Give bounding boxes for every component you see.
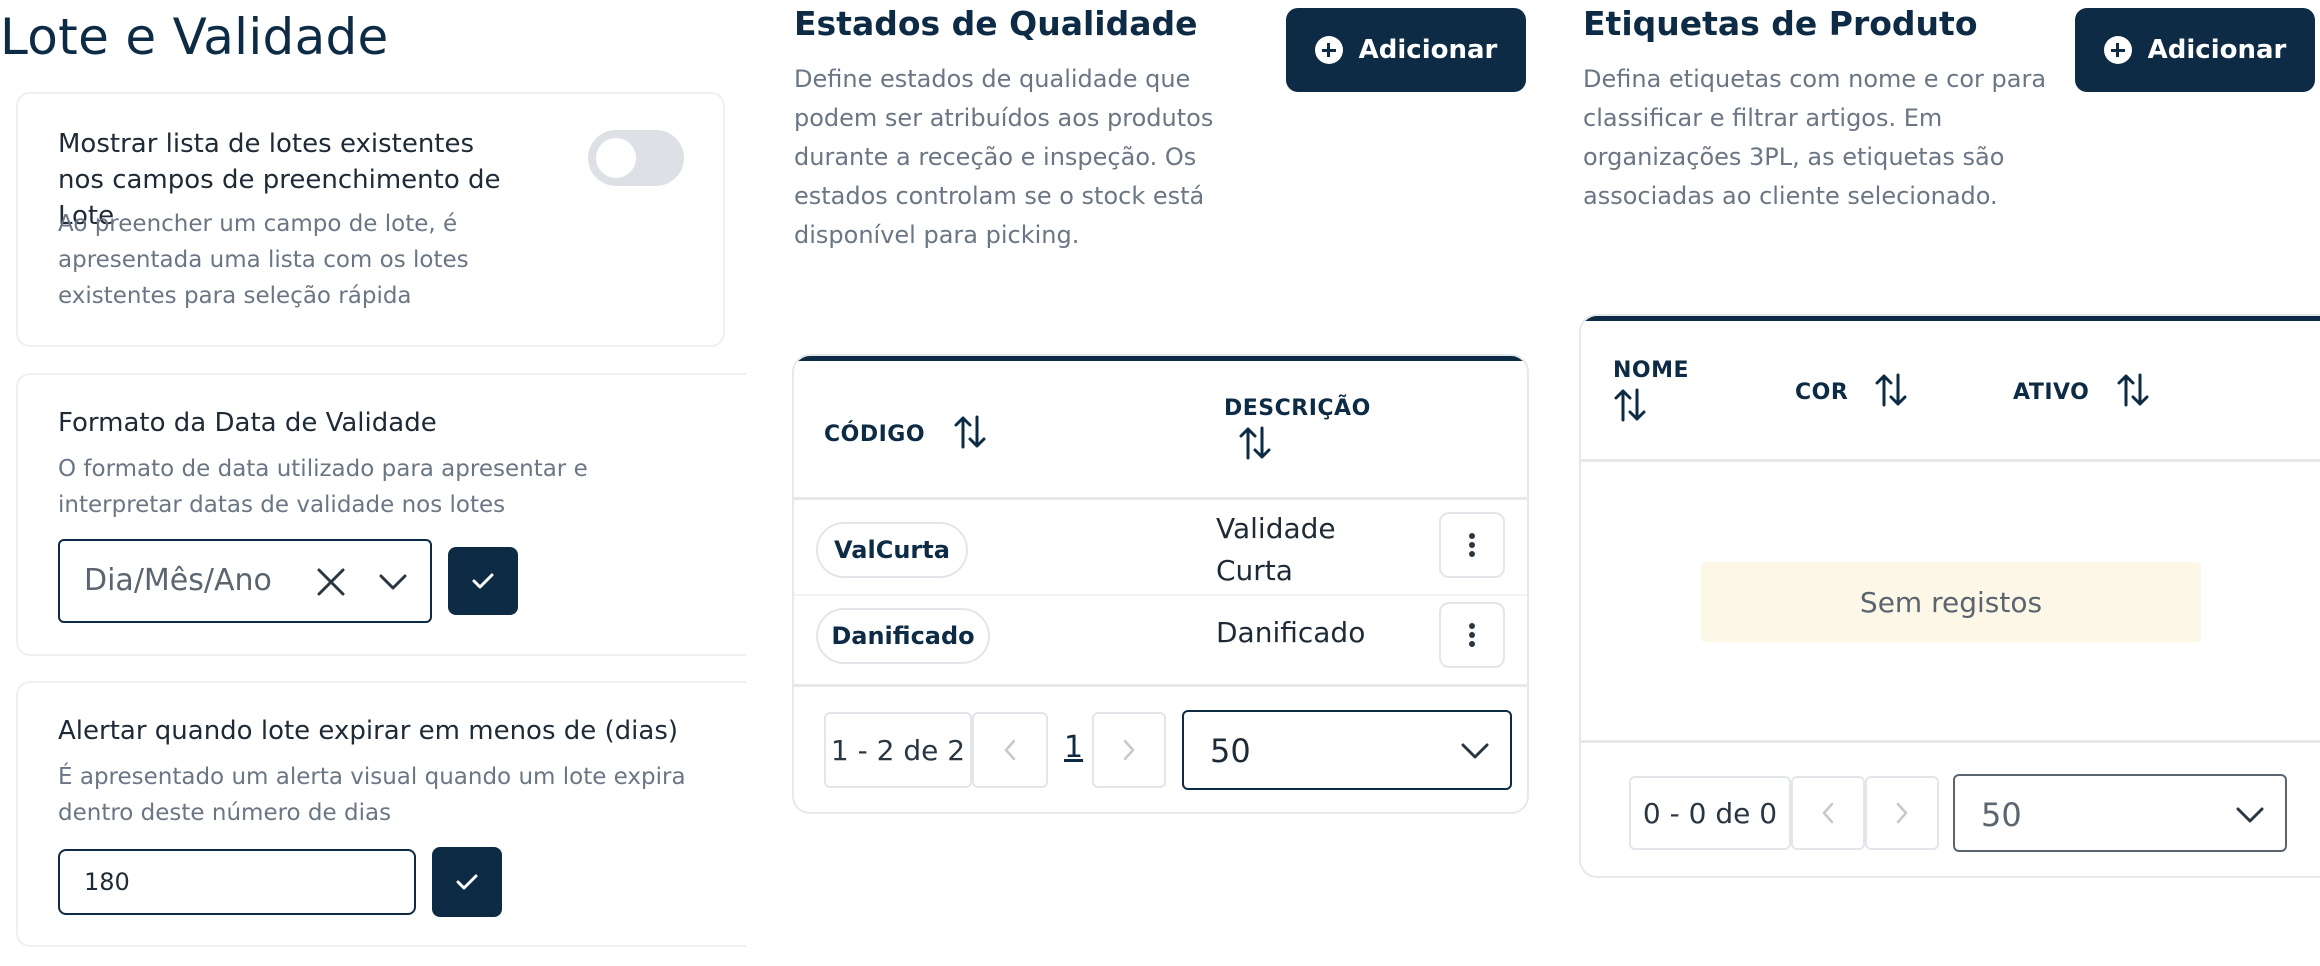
header-divider: [1581, 459, 2320, 462]
chevron-down-icon: [1460, 742, 1490, 764]
column-header-description[interactable]: DESCRIÇÃO: [1224, 396, 1374, 467]
quality-code-chip: Danificado: [816, 608, 990, 664]
column-header-active[interactable]: ATIVO: [2013, 372, 2150, 414]
chevron-down-icon[interactable]: [378, 573, 408, 595]
column-header-color[interactable]: COR: [1795, 372, 1908, 414]
pager-range: 0 - 0 de 0: [1629, 776, 1791, 850]
date-format-card: Formato da Data de Validade O formato de…: [16, 373, 746, 656]
more-vertical-icon: [1469, 623, 1475, 647]
row-actions-button[interactable]: [1439, 512, 1505, 578]
chevron-left-icon: [1822, 802, 1834, 824]
pager-page-number[interactable]: 1: [1064, 730, 1083, 765]
check-icon: [456, 874, 478, 890]
pager-range: 1 - 2 de 2: [824, 712, 972, 788]
toggle-knob: [596, 138, 636, 178]
empty-state-message: Sem registos: [1701, 562, 2201, 642]
sort-icon[interactable]: [1238, 425, 1272, 467]
row-actions-button[interactable]: [1439, 602, 1505, 668]
date-format-select[interactable]: Dia/Mês/Ano: [58, 539, 432, 623]
expiry-days-confirm-button[interactable]: [432, 847, 502, 917]
clear-icon[interactable]: [316, 567, 346, 601]
rows-per-page-select[interactable]: 50: [1182, 710, 1512, 790]
quality-section-title: Estados de Qualidade: [794, 4, 1198, 43]
pager-next-button[interactable]: [1865, 776, 1939, 850]
rows-per-page-value: 50: [1210, 732, 1251, 770]
expiry-alert-title: Alertar quando lote expirar em menos de …: [58, 716, 679, 746]
pager-prev-button[interactable]: [1791, 776, 1865, 850]
column-header-code-label: CÓDIGO: [824, 422, 926, 447]
tags-table: NOME COR ATIVO Sem registos 0 - 0 de 0 5…: [1579, 314, 2320, 878]
pager-next-button[interactable]: [1092, 712, 1166, 788]
show-lot-list-description: Ao preencher um campo de lote, é apresen…: [58, 211, 469, 309]
table-top-accent: [1581, 316, 2320, 321]
quality-section-description: Define estados de qualidade que podem se…: [794, 65, 1214, 249]
quality-add-label: Adicionar: [1358, 35, 1498, 65]
sort-icon[interactable]: [1613, 387, 1647, 429]
quality-table: CÓDIGO DESCRIÇÃO ValCurta Validade Curta…: [792, 354, 1529, 814]
sort-icon[interactable]: [1874, 372, 1908, 414]
date-format-title: Formato da Data de Validade: [58, 408, 437, 438]
table-top-accent: [794, 356, 1527, 361]
quality-code-chip: ValCurta: [816, 522, 968, 578]
check-icon: [472, 573, 494, 589]
column-header-code[interactable]: CÓDIGO: [824, 414, 987, 456]
quality-description-cell: Danificado: [1216, 616, 1366, 649]
date-format-value: Dia/Mês/Ano: [84, 563, 272, 598]
date-format-description: O formato de data utilizado para apresen…: [58, 456, 588, 518]
rows-per-page-value: 50: [1981, 796, 2022, 834]
chevron-right-icon: [1123, 739, 1135, 761]
rows-per-page-select[interactable]: 50: [1953, 774, 2287, 852]
expiry-alert-card: Alertar quando lote expirar em menos de …: [16, 681, 746, 947]
table-row[interactable]: Danificado Danificado: [794, 596, 1527, 680]
table-row[interactable]: ValCurta Validade Curta: [794, 500, 1527, 594]
quality-add-button[interactable]: Adicionar: [1286, 8, 1526, 92]
tags-section-title: Etiquetas de Produto: [1583, 4, 1978, 43]
footer-divider: [794, 684, 1527, 687]
tags-section-description: Defina etiquetas com nome e cor para cla…: [1583, 65, 2047, 210]
more-vertical-icon: [1469, 533, 1475, 557]
footer-divider: [1581, 740, 2320, 743]
sort-icon[interactable]: [953, 414, 987, 456]
show-lot-list-card: Mostrar lista de lotes existentes nos ca…: [16, 92, 725, 347]
quality-description-cell: Validade Curta: [1216, 512, 1336, 587]
column-header-color-label: COR: [1795, 380, 1849, 405]
date-format-confirm-button[interactable]: [448, 547, 518, 615]
page-title: Lote e Validade: [0, 8, 389, 66]
chevron-left-icon: [1004, 739, 1016, 761]
expiry-days-input[interactable]: 180: [58, 849, 416, 915]
expiry-alert-description: É apresentado um alerta visual quando um…: [58, 764, 686, 826]
tags-add-button[interactable]: Adicionar: [2075, 8, 2315, 92]
tags-add-label: Adicionar: [2147, 35, 2287, 65]
column-header-description-label: DESCRIÇÃO: [1224, 396, 1371, 421]
column-header-active-label: ATIVO: [2013, 380, 2090, 405]
column-header-name[interactable]: NOME: [1613, 358, 1693, 429]
plus-circle-icon: [2103, 36, 2132, 64]
pager-prev-button[interactable]: [972, 712, 1048, 788]
column-header-name-label: NOME: [1613, 358, 1690, 383]
sort-icon[interactable]: [2116, 372, 2150, 414]
plus-circle-icon: [1314, 36, 1343, 64]
chevron-right-icon: [1896, 802, 1908, 824]
chevron-down-icon: [2235, 806, 2265, 828]
show-lot-list-toggle[interactable]: [588, 130, 684, 186]
